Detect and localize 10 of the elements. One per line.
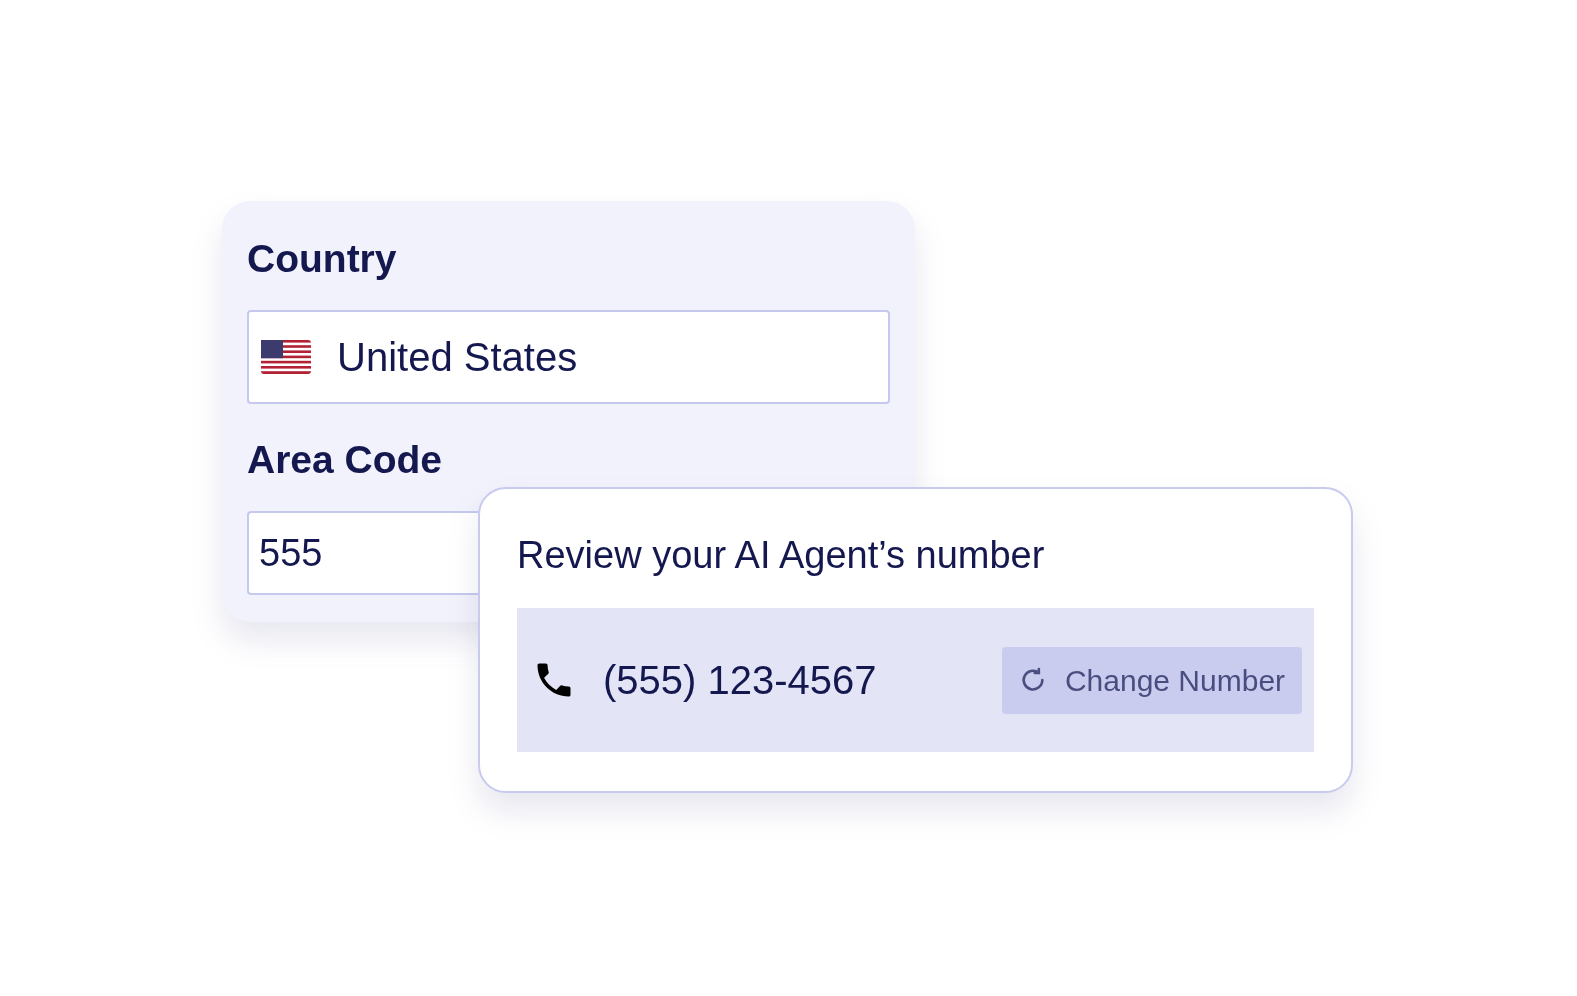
field-label: Country [247,239,398,278]
phone-number: (555) 123-4567 [603,657,877,704]
field-label: Area Code [247,440,444,479]
area-code-field[interactable]: 555 [247,511,478,595]
change-number-button[interactable]: Change Number [1002,646,1302,714]
review-title: Review your AI Agent’s number [517,536,1046,574]
country-value: United States [337,334,578,381]
flag-icon [261,340,311,374]
area-code-value: 555 [259,530,323,576]
country-field[interactable]: United States [247,310,890,404]
